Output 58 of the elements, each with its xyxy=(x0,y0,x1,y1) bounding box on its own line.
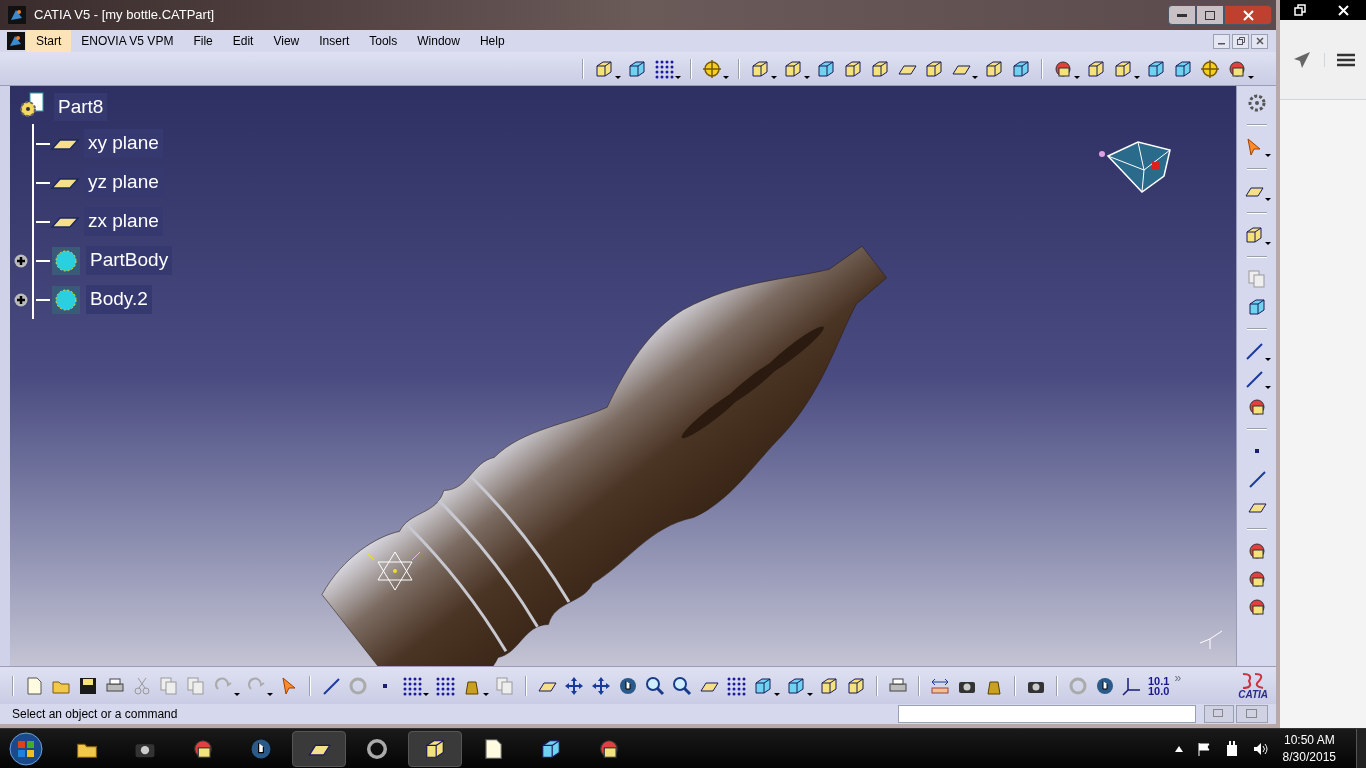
speaker-icon[interactable] xyxy=(1252,741,1269,756)
window-title: CATIA V5 - [my bottle.CATPart] xyxy=(34,6,215,25)
tree-node-label[interactable]: xy plane xyxy=(84,129,163,158)
clock-time[interactable]: 10:50 AM xyxy=(1283,731,1335,749)
menu-item[interactable]: File xyxy=(183,30,223,52)
tree-node-label[interactable]: zx plane xyxy=(84,207,163,236)
menu-item[interactable]: Tools xyxy=(359,30,408,52)
minimize-button[interactable] xyxy=(1168,5,1196,25)
show-hidden-icons-icon[interactable] xyxy=(1174,745,1183,752)
crosshair-icon[interactable] xyxy=(1199,57,1221,80)
menu-item[interactable]: Window xyxy=(407,30,470,52)
body-icon xyxy=(50,283,82,316)
clock-date[interactable]: 8/30/2015 xyxy=(1282,748,1336,766)
grid-readout[interactable]: 10.1 10.0 xyxy=(1148,675,1170,696)
power-input-button[interactable] xyxy=(1204,705,1234,723)
status-message: Select an object or a command xyxy=(12,706,178,723)
close-button[interactable] xyxy=(1224,5,1272,25)
menu-icon xyxy=(1336,52,1355,67)
close-icon xyxy=(1255,37,1264,45)
plane-icon xyxy=(50,136,80,151)
menu-item[interactable]: Insert xyxy=(309,30,360,52)
taskbar-button[interactable] xyxy=(408,730,462,767)
doc-close-button[interactable] xyxy=(1251,33,1268,49)
close-icon xyxy=(1337,4,1349,16)
plane-icon xyxy=(50,175,80,190)
doc-minimize-button[interactable] xyxy=(1213,33,1230,49)
menu-item[interactable]: Edit xyxy=(222,30,264,52)
close-icon xyxy=(1242,9,1254,21)
menu-item[interactable]: ENOVIA V5 VPM xyxy=(71,30,184,52)
taskbar-button[interactable] xyxy=(292,730,346,767)
maximize-button[interactable] xyxy=(1196,5,1224,25)
tree-node-label[interactable]: PartBody xyxy=(86,246,173,275)
menu-item[interactable]: View xyxy=(263,30,310,52)
doc-restore-button[interactable] xyxy=(1232,33,1249,49)
menu-item[interactable]: Help xyxy=(469,30,515,52)
minimize-icon xyxy=(1177,13,1187,17)
window-icon xyxy=(1246,709,1258,719)
restore-icon xyxy=(1294,4,1306,16)
start-orb-icon[interactable] xyxy=(8,730,44,767)
catia-app-icon xyxy=(8,6,26,24)
more-tools-chevron[interactable]: » xyxy=(1174,669,1182,687)
restore-icon xyxy=(1236,37,1245,45)
menu-item[interactable]: Start xyxy=(26,30,72,52)
power-plug-icon[interactable] xyxy=(1224,740,1239,757)
zoom-out-icon[interactable] xyxy=(671,674,693,697)
paper-plane-icon xyxy=(1293,50,1311,69)
zoom-in-icon[interactable] xyxy=(644,674,666,697)
expand-icon[interactable] xyxy=(14,292,28,307)
window-icon xyxy=(1213,709,1225,719)
command-input-field[interactable] xyxy=(898,705,1196,723)
body-icon xyxy=(50,244,82,277)
expand-icon[interactable] xyxy=(14,253,28,268)
maximize-icon xyxy=(1205,10,1215,20)
catia-app-icon xyxy=(6,32,26,50)
tree-node-label[interactable]: Part8 xyxy=(54,92,108,122)
catia-logo-text: CATIA xyxy=(1238,689,1268,700)
plane-icon xyxy=(50,214,80,229)
tree-node-label[interactable]: Body.2 xyxy=(86,285,152,314)
